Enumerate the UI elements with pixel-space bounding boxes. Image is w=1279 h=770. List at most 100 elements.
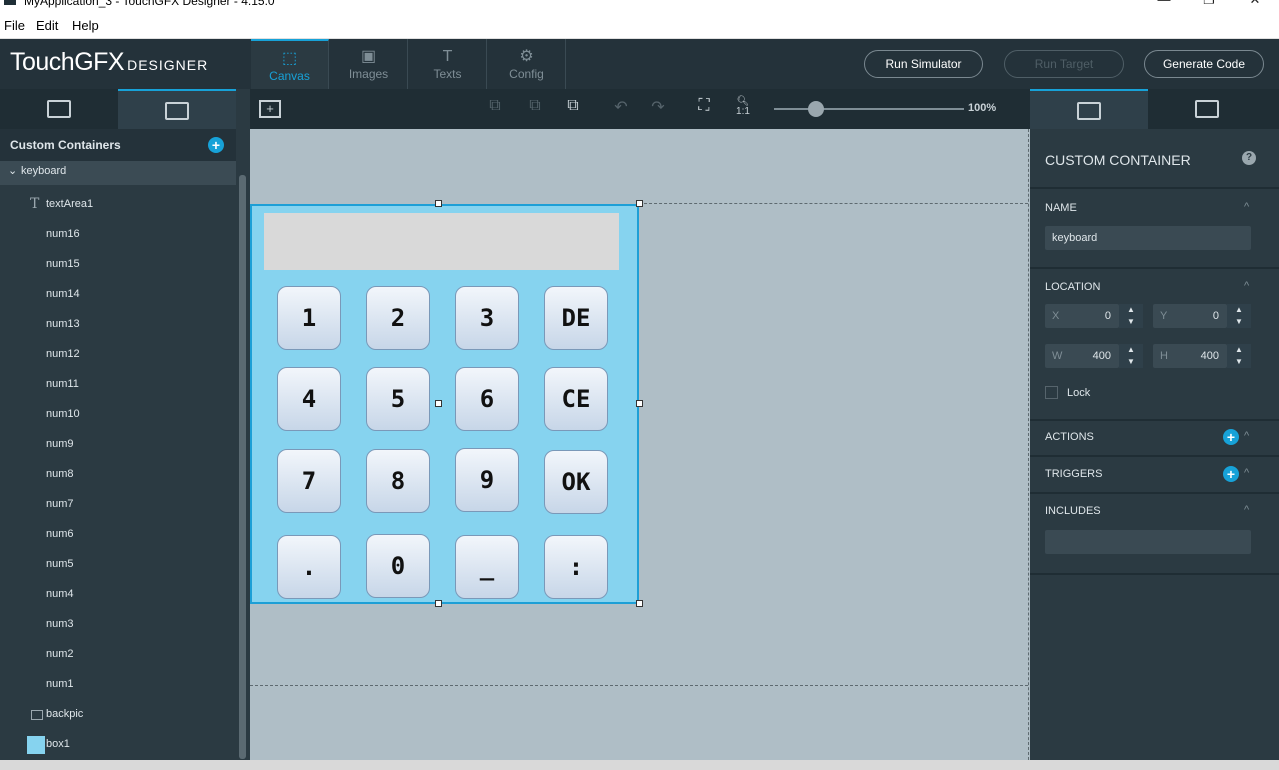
minimize-icon[interactable]: —	[1141, 0, 1187, 10]
key-button[interactable]: 4	[277, 367, 341, 431]
key-button[interactable]: CE	[544, 367, 608, 431]
lock-checkbox[interactable]	[1045, 386, 1058, 399]
key-button[interactable]: 6	[455, 367, 519, 431]
tree-item[interactable]: num2	[0, 643, 236, 667]
tree-item[interactable]: num3	[0, 613, 236, 637]
tree-item[interactable]: num5	[0, 553, 236, 577]
tree-item[interactable]: num8	[0, 463, 236, 487]
close-icon[interactable]: ✕	[1232, 0, 1278, 10]
tree-item[interactable]: num14	[0, 283, 236, 307]
key-button[interactable]: DE	[544, 286, 608, 350]
menu-edit[interactable]: Edit	[36, 18, 58, 33]
tree-item[interactable]: num7	[0, 493, 236, 517]
tree-item[interactable]: num10	[0, 403, 236, 427]
y-label: Y	[1160, 310, 1168, 322]
key-button[interactable]: 8	[366, 449, 430, 513]
collapse-icon[interactable]: ^	[1244, 430, 1254, 442]
collapse-icon[interactable]: ^	[1244, 201, 1254, 213]
location-section-label: LOCATION	[1045, 281, 1101, 293]
keyboard-container[interactable]: 1 2 3 DE 4 5 6 CE 7 8 9 OK . 0 _ :	[250, 204, 639, 604]
resize-handle[interactable]	[636, 400, 643, 407]
tree-item[interactable]: num13	[0, 313, 236, 337]
h-stepper-icon[interactable]: ▲ ▼	[1227, 344, 1251, 368]
generate-code-button[interactable]: Generate Code	[1144, 50, 1264, 78]
run-target-button[interactable]: Run Target	[1004, 50, 1124, 78]
collapse-icon[interactable]: ^	[1244, 467, 1254, 479]
key-button[interactable]: 1	[277, 286, 341, 350]
tab-widgets[interactable]	[118, 89, 236, 129]
key-button[interactable]: OK	[544, 450, 608, 514]
tree-item[interactable]: num6	[0, 523, 236, 547]
tree-item-textarea[interactable]: T textArea1	[0, 193, 236, 217]
h-field[interactable]: H 400	[1153, 344, 1227, 368]
key-button[interactable]: .	[277, 535, 341, 599]
add-container-icon[interactable]: +	[208, 137, 224, 153]
zoom-slider-thumb[interactable]	[807, 101, 824, 117]
key-button[interactable]: :	[544, 535, 608, 599]
resize-handle[interactable]	[636, 600, 643, 607]
tab-canvas[interactable]: ⬚ Canvas	[251, 39, 329, 89]
bring-to-front-icon[interactable]: ⧉	[483, 97, 507, 119]
tree-item-box1[interactable]: box1	[0, 733, 236, 757]
scrollbar-thumb[interactable]	[239, 175, 246, 759]
zoom-reset-icon[interactable]: 🔍︎ 1:1	[731, 97, 755, 119]
tree-item-keyboard[interactable]: ⌄ keyboard	[0, 161, 236, 185]
key-button[interactable]: 5	[366, 367, 430, 431]
tab-properties[interactable]	[1030, 89, 1148, 129]
add-trigger-icon[interactable]: +	[1223, 466, 1239, 482]
includes-field[interactable]	[1045, 530, 1251, 554]
undo-icon[interactable]: ↶	[609, 97, 633, 119]
group-icon[interactable]: ⧉	[561, 97, 585, 119]
w-stepper-icon[interactable]: ▲ ▼	[1119, 344, 1143, 368]
tree-item-backpic[interactable]: backpic	[0, 703, 236, 727]
send-to-back-icon[interactable]: ⧉	[523, 97, 547, 119]
help-icon[interactable]: ?	[1242, 151, 1256, 165]
screen-boundary-top	[639, 203, 1028, 204]
add-action-icon[interactable]: +	[1223, 429, 1239, 445]
zoom-slider[interactable]	[774, 108, 964, 110]
tree-item[interactable]: num12	[0, 343, 236, 367]
key-button[interactable]: 7	[277, 449, 341, 513]
tree-item[interactable]: num4	[0, 583, 236, 607]
fit-screen-icon[interactable]: ⛶	[692, 97, 716, 119]
tree-item[interactable]: num16	[0, 223, 236, 247]
key-button[interactable]: _	[455, 535, 519, 599]
menu-file[interactable]: File	[4, 18, 25, 33]
tree-item[interactable]: num15	[0, 253, 236, 277]
x-stepper-icon[interactable]: ▲ ▼	[1119, 304, 1143, 328]
resize-handle[interactable]	[636, 200, 643, 207]
maximize-icon[interactable]: ❐	[1186, 0, 1232, 10]
texts-icon: T	[442, 48, 453, 65]
tab-screens[interactable]	[0, 89, 118, 129]
tab-texts[interactable]: T Texts	[409, 39, 487, 89]
key-button[interactable]: 0	[366, 534, 430, 598]
x-field[interactable]: X 0	[1045, 304, 1119, 328]
y-field[interactable]: Y 0	[1153, 304, 1227, 328]
collapse-icon[interactable]: ^	[1244, 504, 1254, 516]
name-field[interactable]: keyboard	[1045, 226, 1251, 250]
tree-item[interactable]: num11	[0, 373, 236, 397]
tree-item[interactable]: num1	[0, 673, 236, 697]
key-button[interactable]: 2	[366, 286, 430, 350]
redo-icon[interactable]: ↷	[646, 97, 670, 119]
tab-interactions[interactable]	[1148, 89, 1266, 129]
menu-help[interactable]: Help	[72, 18, 99, 33]
y-stepper-icon[interactable]: ▲ ▼	[1227, 304, 1251, 328]
key-button[interactable]: 3	[455, 286, 519, 350]
design-canvas[interactable]: 1 2 3 DE 4 5 6 CE 7 8 9 OK . 0 _ :	[250, 129, 1030, 760]
add-widget-icon[interactable]: +	[259, 100, 281, 118]
key-button[interactable]: 9	[455, 448, 519, 512]
tree-item[interactable]: num9	[0, 433, 236, 457]
resize-handle[interactable]	[435, 400, 442, 407]
w-field[interactable]: W 400	[1045, 344, 1119, 368]
resize-handle[interactable]	[435, 600, 442, 607]
expand-icon[interactable]: ⌄	[8, 164, 17, 177]
tab-images[interactable]: ▣ Images	[330, 39, 408, 89]
tab-config[interactable]: ⚙ Config	[488, 39, 566, 89]
text-area-display[interactable]	[264, 213, 619, 270]
run-simulator-button[interactable]: Run Simulator	[864, 50, 983, 78]
collapse-icon[interactable]: ^	[1244, 280, 1254, 292]
resize-handle[interactable]	[435, 200, 442, 207]
divider	[1030, 455, 1279, 457]
tree-scrollbar[interactable]	[239, 175, 246, 759]
